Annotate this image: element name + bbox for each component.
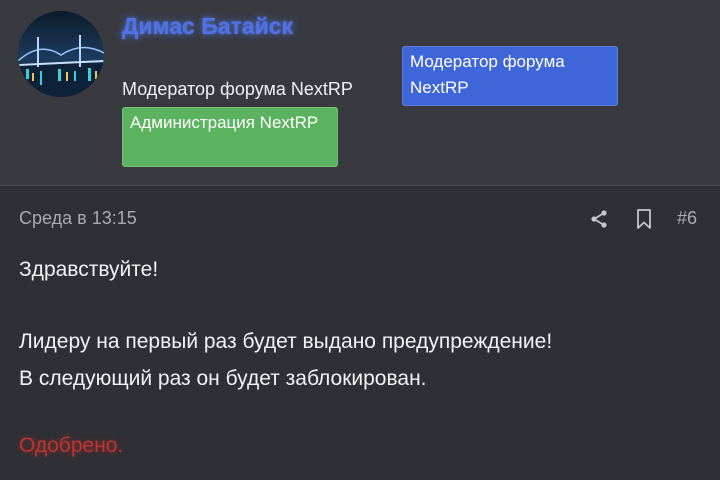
user-title: Модератор форума NextRP [122,79,353,99]
post-date[interactable]: Среда в 13:15 [19,208,137,229]
bookmark-icon [637,209,651,229]
share-button[interactable] [587,206,611,232]
status-approved: Одобрено. [19,434,124,457]
username[interactable]: Димас Батайск [122,13,293,40]
post-number[interactable]: #6 [677,208,697,229]
bookmark-button[interactable] [632,206,656,232]
share-icon [591,210,607,228]
message-line: В следующий раз он будет заблокирован. [19,367,427,390]
badge-administration: Администрация NextRP [122,107,338,167]
message-line: Лидеру на первый раз будет выдано предуп… [19,330,553,353]
message-greeting: Здравствуйте! [19,258,159,281]
badge-moderator: Модератор форума NextRP [402,46,618,106]
avatar[interactable] [18,11,104,97]
user-header: Димас Батайск Модератор форума NextRP Мо… [0,0,720,186]
